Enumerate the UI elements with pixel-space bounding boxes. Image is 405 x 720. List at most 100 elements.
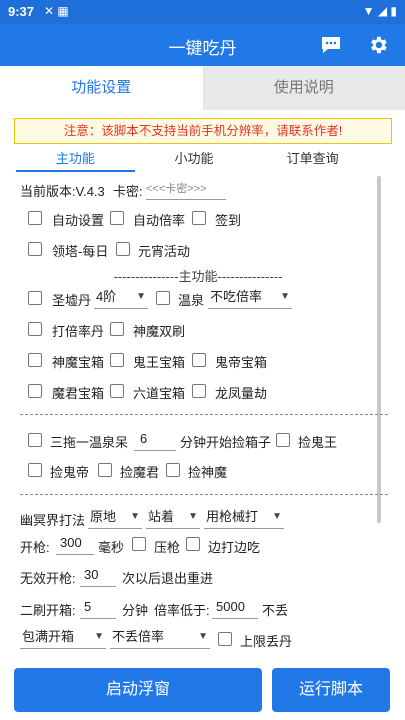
checkbox-lantern-event[interactable] (116, 242, 130, 256)
checkbox-shenmo-double[interactable] (110, 322, 124, 336)
select-hot-spring-rate[interactable]: 不吃倍率 ▼ (208, 287, 292, 309)
select-drop-rate[interactable]: 不丢倍率 ▼ (110, 627, 210, 649)
checkbox-liudao-box[interactable] (110, 384, 124, 398)
checkbox-pick-shenmo[interactable] (166, 463, 180, 477)
key-input[interactable]: <<<卡密>>> (146, 178, 226, 200)
chat-bubble-icon[interactable] (316, 30, 346, 60)
select-youming-stance-value: 站着 (148, 509, 175, 524)
select-youming-weapon[interactable]: 用枪械打 ▼ (204, 507, 284, 529)
checkbox-shenmo-box[interactable] (28, 353, 42, 367)
select-drop-rate-value: 不丢倍率 (112, 629, 165, 644)
label-three-drag: 三拖一温泉呆 (50, 435, 129, 450)
chevron-down-icon: ▼ (280, 291, 290, 302)
start-float-window-button[interactable]: 启动浮窗 (14, 668, 262, 712)
select-shengxu-level[interactable]: 4阶 ▼ (94, 287, 148, 309)
run-script-button[interactable]: 运行脚本 (272, 668, 390, 712)
divider (20, 494, 388, 495)
warning-notice: 注意：该脚本不支持当前手机分辨率，请联系作者! (14, 118, 392, 144)
label-second-brush: 二刷开箱: (20, 603, 76, 618)
label-exit-rejoin: 次以后退出重进 (122, 571, 214, 586)
subtab-order-query[interactable]: 订单查询 (253, 148, 372, 172)
checkbox-auto-rate[interactable] (110, 211, 124, 225)
label-youming-method: 幽冥界打法 (20, 513, 86, 528)
label-tower-daily: 领塔-每日 (52, 244, 109, 259)
checkbox-guidi-box[interactable] (192, 353, 206, 367)
gear-icon[interactable] (363, 30, 393, 60)
subtab-minor[interactable]: 小功能 (135, 148, 254, 172)
select-youming-stance[interactable]: 站着 ▼ (146, 507, 200, 529)
checkbox-pick-mojun[interactable] (98, 463, 112, 477)
section-title-main: ---------------主功能--------------- (20, 266, 376, 285)
checkbox-rate-pill[interactable] (28, 322, 42, 336)
checkbox-sign-in[interactable] (192, 211, 206, 225)
checkbox-guiwang-box[interactable] (110, 353, 124, 367)
label-auto-rate: 自动倍率 (133, 213, 186, 228)
second-brush-minutes-input[interactable]: 5 (80, 597, 116, 619)
tab-instructions[interactable]: 使用说明 (202, 66, 405, 110)
label-pick-shenmo: 捡神魔 (188, 465, 228, 480)
section-title-text: ---------------主功能--------------- (111, 269, 285, 284)
checkbox-recoil-control[interactable] (132, 537, 146, 551)
three-drag-minutes-input[interactable]: 6 (134, 429, 176, 451)
select-bag-full-action[interactable]: 包满开箱 ▼ (20, 627, 106, 649)
app-bar: 一键吃丹 (0, 24, 405, 66)
select-bag-full-value: 包满开箱 (22, 629, 75, 644)
chevron-down-icon: ▼ (130, 511, 140, 522)
label-guidi-box: 鬼帝宝箱 (215, 355, 268, 370)
label-fire: 开枪: (20, 540, 50, 555)
subtab-main[interactable]: 主功能 (16, 148, 135, 172)
label-guiwang-box: 鬼王宝箱 (133, 355, 186, 370)
label-pick-mojun: 捡魔君 (120, 465, 160, 480)
checkbox-hot-spring[interactable] (156, 291, 170, 305)
notification-icons: ✕ ▦ (44, 4, 69, 18)
chevron-down-icon: ▼ (188, 511, 198, 522)
label-liudao-box: 六道宝箱 (133, 386, 186, 401)
label-limit-drop-pill: 上限丢丹 (240, 634, 293, 649)
select-shengxu-value: 4阶 (96, 289, 117, 304)
signal-battery-icons: ▼ ◢ ▮ (362, 4, 397, 18)
label-invalid-fire: 无效开枪: (20, 571, 76, 586)
label-recoil-control: 压枪 (154, 540, 181, 555)
checkbox-limit-drop-pill[interactable] (218, 632, 232, 646)
checkbox-shengxu[interactable] (28, 291, 42, 305)
label-shenmo-double: 神魔双刷 (133, 324, 186, 339)
label-minutes: 分钟 (122, 603, 149, 618)
label-ms: 毫秒 (98, 540, 125, 555)
checkbox-fight-and-eat[interactable] (186, 537, 200, 551)
chevron-down-icon: ▼ (198, 631, 208, 642)
scrollbar[interactable] (377, 176, 381, 523)
label-longfeng: 龙凤量劫 (215, 386, 268, 401)
label-shengxu: 圣墟丹 (52, 293, 92, 308)
label-auto-settings: 自动设置 (52, 213, 105, 228)
main-tabs: 功能设置 使用说明 (0, 66, 405, 110)
version-label: 当前版本:V.4.3 (20, 184, 105, 199)
bottom-action-bar: 启动浮窗 运行脚本 (0, 660, 405, 720)
checkbox-auto-settings[interactable] (28, 211, 42, 225)
fire-interval-input[interactable]: 300 (56, 533, 94, 555)
checkbox-mojun-box[interactable] (28, 384, 42, 398)
select-youming-position-value: 原地 (90, 509, 117, 524)
select-youming-position[interactable]: 原地 ▼ (88, 507, 142, 529)
key-placeholder: <<<卡密>>> (146, 183, 207, 195)
label-lantern-event: 元宵活动 (138, 244, 191, 259)
status-time: 9:37 (8, 4, 35, 19)
label-rate-below: 倍率低于: (154, 603, 210, 618)
label-pick-guidi: 捡鬼帝 (50, 465, 90, 480)
label-mojun-box: 魔君宝箱 (52, 386, 105, 401)
checkbox-pick-guidi[interactable] (28, 463, 42, 477)
rate-threshold-input[interactable]: 5000 (212, 597, 258, 619)
checkbox-pick-guiwang[interactable] (276, 433, 290, 447)
label-pick-guiwang: 捡鬼王 (298, 435, 338, 450)
chevron-down-icon: ▼ (272, 511, 282, 522)
select-hot-spring-value: 不吃倍率 (210, 289, 263, 304)
invalid-fire-count-input[interactable]: 30 (80, 565, 116, 587)
select-youming-weapon-value: 用枪械打 (206, 509, 259, 524)
chevron-down-icon: ▼ (94, 631, 104, 642)
key-label: 卡密: (113, 184, 143, 199)
checkbox-three-drag[interactable] (28, 433, 42, 447)
checkbox-longfeng[interactable] (192, 384, 206, 398)
checkbox-tower-daily[interactable] (28, 242, 42, 256)
sub-tabs: 主功能 小功能 订单查询 (16, 148, 372, 172)
tab-function-settings[interactable]: 功能设置 (0, 66, 203, 110)
label-hot-spring: 温泉 (178, 293, 205, 308)
